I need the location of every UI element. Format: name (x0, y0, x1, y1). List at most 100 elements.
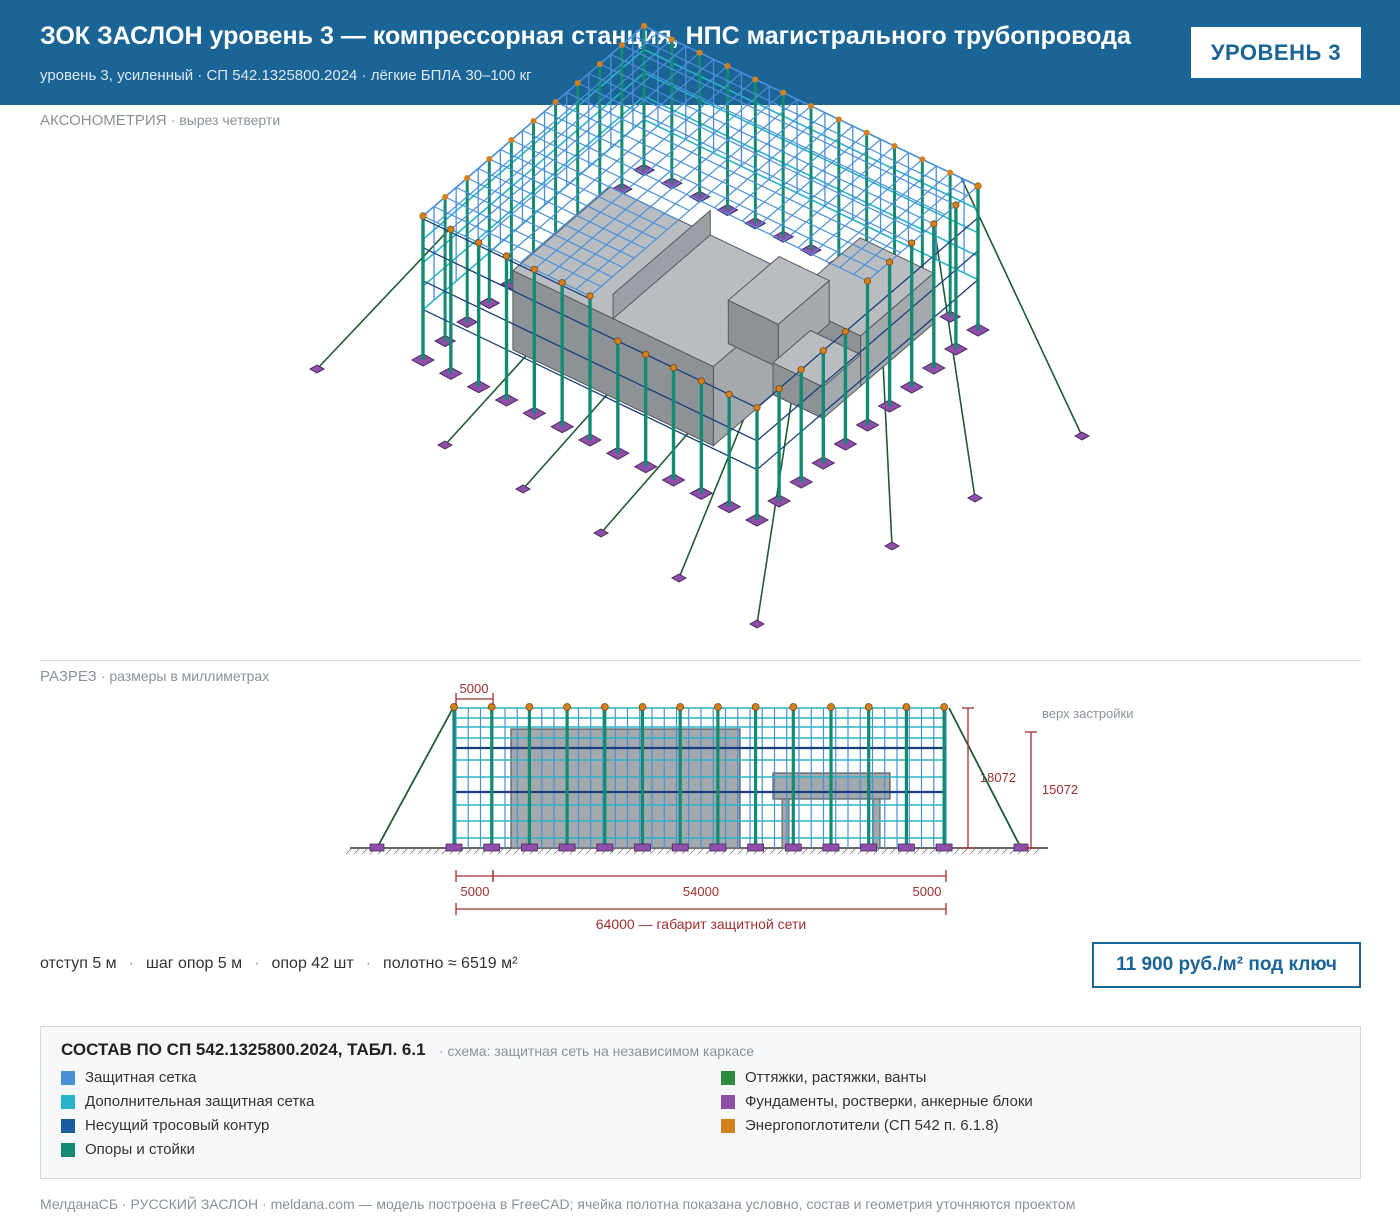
ground-hatch (665, 847, 673, 855)
stat-separator: · (365, 955, 372, 972)
legend-note: · схема: защитная сеть на независимом ка… (439, 1043, 755, 1059)
legend-item: Несущий тросовый контур (61, 1117, 269, 1134)
ground-hatch (841, 847, 849, 855)
dim-height-building: 15072 (1042, 782, 1078, 797)
legend-item-label: Несущий тросовый контур (85, 1117, 270, 1134)
ground-hatch (585, 847, 593, 855)
ground-hatch (393, 847, 401, 855)
energy-absorber (600, 703, 609, 711)
legend-item-label: Фундаменты, ростверки, анкерные блоки (745, 1093, 1033, 1110)
stat-supports: опор 42 шт (271, 955, 354, 972)
legend-item-label: Энергопоглотители (СП 542 п. 6.1.8) (745, 1117, 999, 1134)
ground-hatch (729, 847, 737, 855)
legend-item-label: Опоры и стойки (85, 1141, 195, 1158)
legend-swatch (61, 1094, 75, 1109)
energy-absorber (487, 703, 496, 711)
foundation (521, 843, 538, 852)
ground-hatch (649, 847, 657, 855)
energy-absorber (714, 703, 722, 711)
foundation (860, 843, 878, 852)
ground-hatch (921, 847, 929, 855)
ground-hatch (889, 847, 897, 855)
foundation (784, 843, 802, 852)
foundation (898, 843, 915, 852)
dim-top-step: 5000 (460, 681, 489, 696)
ground-hatch (625, 847, 633, 855)
ground-hatch (513, 847, 521, 855)
ground-hatch (473, 847, 481, 855)
foundation (671, 843, 689, 852)
ground-hatch (577, 847, 585, 855)
dim-right: 5000 (913, 884, 942, 899)
stat-step: шаг опор 5 м (145, 955, 243, 972)
ground-hatch (961, 847, 969, 855)
legend-item: Оттяжки, растяжки, ванты (721, 1069, 926, 1086)
anchor-block (369, 843, 385, 852)
energy-absorber (902, 703, 911, 711)
legend-swatch (61, 1142, 75, 1157)
ground-hatch (361, 847, 369, 855)
legend-item: Энергопоглотители (СП 542 п. 6.1.8) (721, 1117, 999, 1134)
ground-hatch (401, 847, 409, 855)
ground-hatch (545, 847, 553, 855)
dim-overall: 64000 — габарит защитной сети (596, 916, 806, 932)
stat-separator: · (254, 955, 260, 972)
section-drawing: 5000 18072 15072 верх застройки 5000 540… (345, 681, 1134, 932)
foundation (558, 843, 576, 852)
page-footer: МелданаСБ · РУССКИЙ ЗАСЛОН · meldana.com… (40, 1196, 1076, 1212)
ground-hatch (505, 847, 513, 855)
ground-hatch (697, 847, 705, 855)
annex-leg (872, 798, 881, 849)
legend-item: Дополнительная защитная сетка (61, 1093, 314, 1110)
ground-hatch (769, 847, 777, 855)
ground-hatch (417, 847, 425, 855)
ground-hatch (617, 847, 625, 855)
energy-absorber (751, 703, 760, 711)
ground-hatch (537, 847, 545, 855)
top-of-building-label: верх застройки (1042, 706, 1134, 721)
legend-swatch (721, 1118, 735, 1133)
price-box: 11 900 руб./м² под ключ (1092, 942, 1361, 988)
legend-item: Защитная сетка (61, 1069, 196, 1086)
energy-absorber (789, 703, 798, 711)
legend-swatch (721, 1094, 735, 1109)
ground-hatch (433, 847, 441, 855)
stats-line: отступ 5 м · шаг опор 5 м · опор 42 шт · полот… (40, 955, 517, 973)
ground-hatch (777, 847, 785, 855)
dim-left: 5000 (461, 884, 490, 899)
stat-separator: · (128, 955, 134, 972)
energy-absorber (827, 703, 835, 711)
foundation (822, 843, 840, 852)
energy-absorber (525, 703, 534, 711)
legend-item: Фундаменты, ростверки, анкерные блоки (721, 1093, 1033, 1110)
ground-hatch (385, 847, 393, 855)
foundation (935, 843, 953, 852)
ground-hatch (993, 847, 1001, 855)
foundation (747, 843, 764, 852)
ground-hatch (1001, 847, 1009, 855)
ground-hatch (977, 847, 985, 855)
ground-hatch (1033, 847, 1041, 855)
ground-hatch (657, 847, 665, 855)
legend-swatch (61, 1118, 75, 1133)
ground-hatch (913, 847, 921, 855)
legend-item-label: Оттяжки, растяжки, ванты (745, 1069, 927, 1086)
legend-item-label: Защитная сетка (85, 1069, 197, 1086)
stat-offset: отступ 5 м (40, 955, 117, 972)
ground-hatch (985, 847, 993, 855)
ground-hatch (345, 847, 353, 855)
ground-hatch (689, 847, 697, 855)
ground-hatch (409, 847, 417, 855)
ground-hatch (849, 847, 857, 855)
energy-absorber (563, 703, 571, 711)
ground-hatch (953, 847, 961, 855)
energy-absorber (638, 703, 647, 711)
energy-absorber (940, 703, 948, 711)
ground-hatch (353, 847, 361, 855)
dim-middle: 54000 (683, 884, 719, 899)
ground-hatch (969, 847, 977, 855)
foundation (483, 843, 501, 852)
ground-hatch (737, 847, 745, 855)
guy-wire (376, 707, 454, 849)
ground-hatch (465, 847, 473, 855)
